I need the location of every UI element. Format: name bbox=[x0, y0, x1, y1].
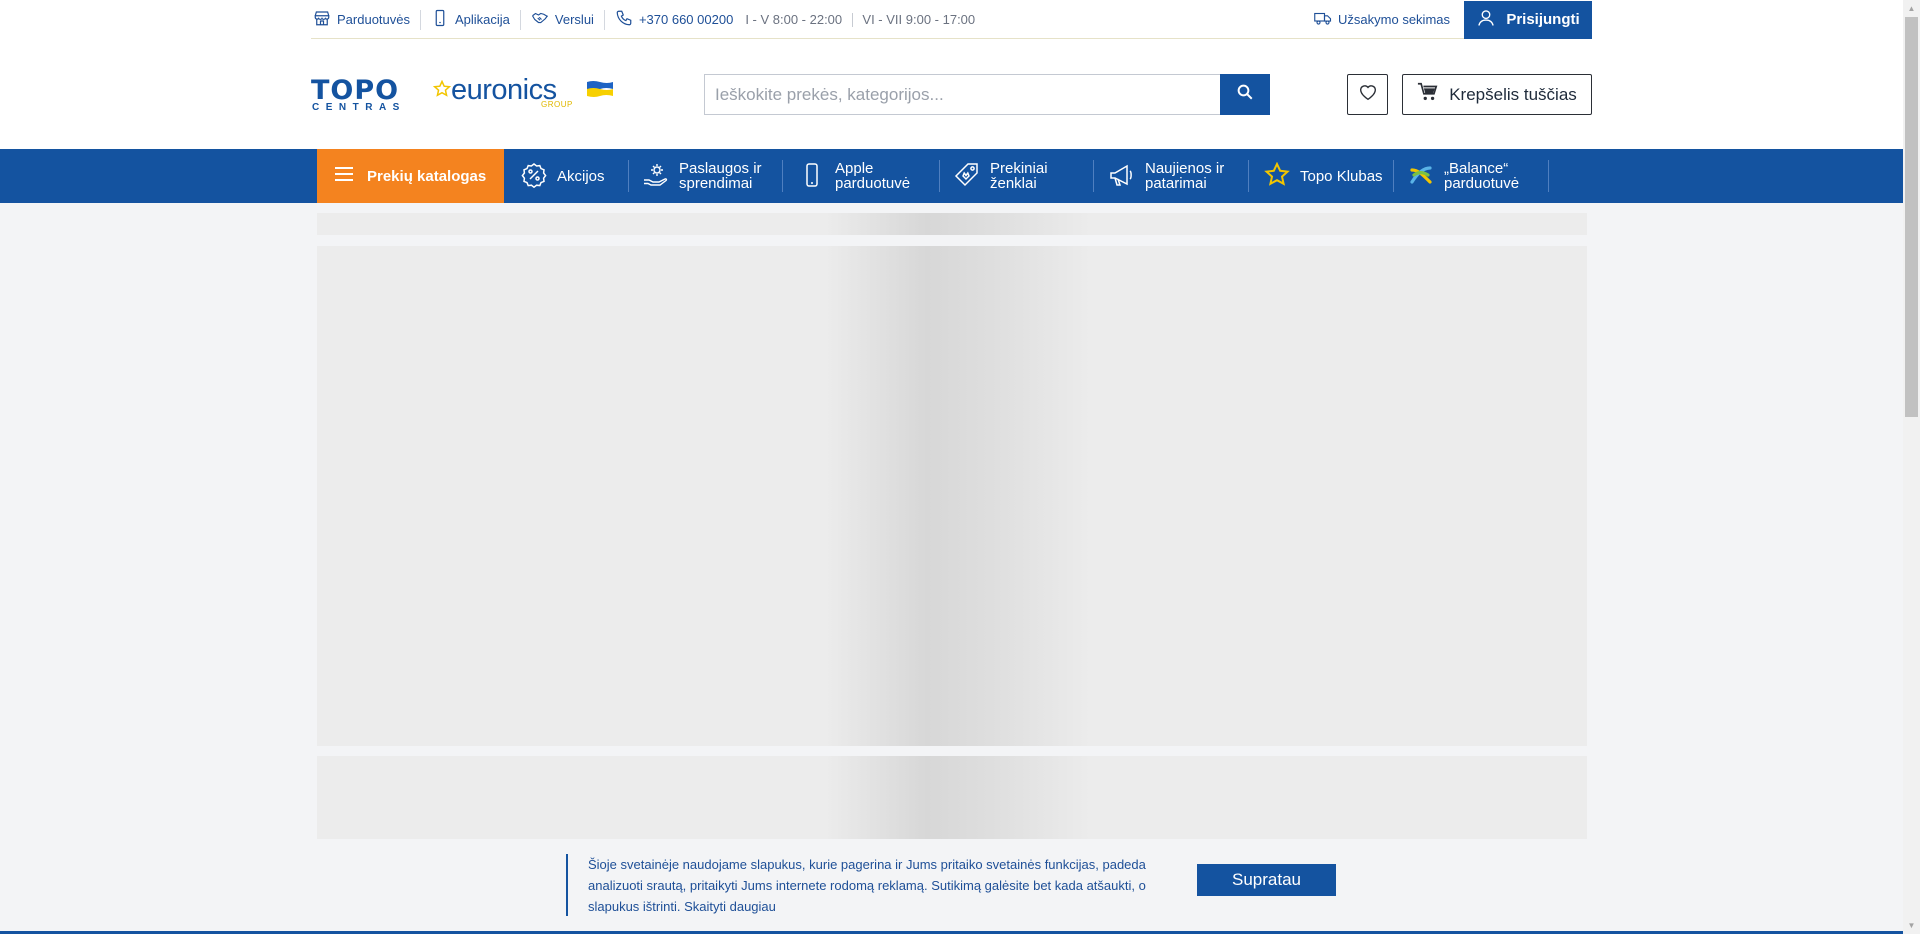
nav-item-apple-store[interactable]: Apple parduotuvė bbox=[799, 160, 940, 192]
user-icon bbox=[1476, 8, 1496, 32]
order-tracking-label: Užsakymo sekimas bbox=[1338, 12, 1450, 27]
phone-icon bbox=[431, 9, 449, 30]
hours-divider bbox=[851, 13, 853, 28]
catalog-label: Prekių katalogas bbox=[367, 167, 487, 185]
cart-icon bbox=[1417, 81, 1439, 108]
services-hand-icon bbox=[643, 162, 669, 191]
cookie-accept-button[interactable]: Supratau bbox=[1197, 864, 1336, 896]
search-bar bbox=[704, 74, 1270, 115]
nav-item-brands[interactable]: Prekiniai ženklai bbox=[954, 160, 1094, 192]
cookie-text: Šioje svetainėje naudojame slapukus, kur… bbox=[588, 857, 1146, 914]
truck-icon bbox=[1314, 9, 1332, 30]
app-link[interactable]: Aplikacija bbox=[421, 9, 521, 30]
cookie-message: Šioje svetainėje naudojame slapukus, kur… bbox=[566, 854, 1166, 916]
nav-item-label: Apple parduotuvė bbox=[835, 161, 910, 191]
scroll-down-arrow-icon[interactable]: ▼ bbox=[1903, 917, 1920, 934]
balance-logo-icon bbox=[1408, 162, 1434, 191]
stores-link-label: Parduotuvės bbox=[337, 12, 410, 27]
nav-item-label: Topo Klubas bbox=[1300, 169, 1383, 184]
working-hours: I - V 8:00 - 22:00 VI - VII 9:00 - 17:00 bbox=[739, 12, 975, 28]
cookie-read-more-link[interactable]: Skaityti daugiau bbox=[684, 899, 776, 914]
top-utility-bar: Parduotuvės Aplikacija Verslui +370 660 … bbox=[0, 0, 1903, 40]
scrollbar-thumb[interactable] bbox=[1905, 17, 1918, 417]
cart-button[interactable]: Krepšelis tuščias bbox=[1402, 74, 1592, 115]
tag-icon bbox=[954, 162, 980, 191]
nav-item-label: Paslaugos ir sprendimai bbox=[679, 161, 762, 191]
search-input[interactable] bbox=[705, 75, 1220, 114]
nav-item-line2: parduotuvė bbox=[835, 175, 911, 192]
login-label: Prisijungti bbox=[1506, 11, 1580, 28]
heart-icon bbox=[1357, 81, 1379, 108]
business-link-label: Verslui bbox=[554, 12, 594, 27]
nav-item-line2: sprendimai bbox=[679, 175, 753, 192]
phone-contact[interactable]: +370 660 00200 I - V 8:00 - 22:00 VI - V… bbox=[605, 10, 985, 30]
app-link-label: Aplikacija bbox=[455, 12, 510, 27]
order-tracking-link[interactable]: Užsakymo sekimas bbox=[1314, 9, 1450, 30]
nav-item-line2: ženklai bbox=[990, 175, 1037, 192]
main-navigation: Prekių katalogas Akcijos Paslaugos ir spr… bbox=[0, 149, 1903, 203]
logo-centras-text: CENTRAS bbox=[312, 102, 406, 113]
telephone-icon bbox=[615, 9, 633, 30]
nav-item-promotions[interactable]: Akcijos bbox=[521, 160, 629, 192]
search-button[interactable] bbox=[1220, 74, 1270, 115]
nav-item-balance-store[interactable]: „Balance“ parduotuvė bbox=[1408, 160, 1549, 192]
nav-item-label: Naujienos ir patarimai bbox=[1145, 161, 1224, 191]
logo-topo-text: TOPO bbox=[311, 75, 400, 106]
catalog-button[interactable]: Prekių katalogas bbox=[317, 149, 504, 203]
page-scrollbar[interactable]: ▲ ▼ bbox=[1903, 0, 1920, 934]
percent-badge-icon bbox=[521, 162, 547, 191]
nav-item-line1: Topo Klubas bbox=[1300, 167, 1383, 185]
logo-star-icon bbox=[432, 79, 452, 98]
stores-link[interactable]: Parduotuvės bbox=[311, 9, 421, 30]
hours-weekdays: I - V 8:00 - 22:00 bbox=[745, 11, 843, 27]
utility-right: Užsakymo sekimas Prisijungti bbox=[1314, 0, 1592, 39]
nav-item-line1: Akcijos bbox=[557, 167, 605, 185]
cookie-consent-bar: Šioje svetainėje naudojame slapukus, kur… bbox=[0, 839, 1903, 934]
handshake-icon bbox=[531, 9, 549, 30]
star-icon bbox=[1264, 161, 1290, 191]
nav-item-news[interactable]: Naujienos ir patarimai bbox=[1109, 160, 1249, 192]
scroll-up-arrow-icon[interactable]: ▲ bbox=[1903, 0, 1920, 17]
nav-item-label: Prekiniai ženklai bbox=[990, 161, 1048, 191]
nav-item-topo-club[interactable]: Topo Klubas bbox=[1264, 160, 1394, 192]
site-logo[interactable]: TOPO CENTRAS euronics GROUP bbox=[311, 74, 613, 115]
nav-item-line2: patarimai bbox=[1145, 175, 1207, 192]
nav-item-label: „Balance“ parduotuvė bbox=[1444, 161, 1519, 191]
logo-group-text: GROUP bbox=[541, 100, 573, 109]
megaphone-icon bbox=[1109, 162, 1135, 191]
utility-links: Parduotuvės Aplikacija Verslui +370 660 … bbox=[311, 0, 985, 39]
wishlist-button[interactable] bbox=[1347, 74, 1388, 115]
smartphone-icon bbox=[799, 162, 825, 191]
loading-placeholder-breadcrumb bbox=[317, 213, 1587, 235]
loading-placeholder-banner bbox=[317, 246, 1587, 746]
cart-label: Krepšelis tuščias bbox=[1449, 84, 1577, 104]
nav-item-label: Akcijos bbox=[557, 169, 605, 184]
ukraine-flag-icon bbox=[587, 80, 613, 98]
business-link[interactable]: Verslui bbox=[521, 9, 605, 30]
site-header: TOPO CENTRAS euronics GROUP Krepšelis tu… bbox=[0, 40, 1903, 149]
store-icon bbox=[313, 9, 331, 30]
nav-item-line2: parduotuvė bbox=[1444, 175, 1520, 192]
nav-item-services[interactable]: Paslaugos ir sprendimai bbox=[643, 160, 783, 192]
phone-number: +370 660 00200 bbox=[638, 12, 734, 27]
hours-weekend: VI - VII 9:00 - 17:00 bbox=[862, 11, 976, 27]
hamburger-icon bbox=[335, 167, 353, 185]
top-utility-bar-inner: Parduotuvės Aplikacija Verslui +370 660 … bbox=[311, 0, 1592, 39]
search-icon bbox=[1236, 83, 1254, 106]
login-button[interactable]: Prisijungti bbox=[1464, 0, 1592, 39]
